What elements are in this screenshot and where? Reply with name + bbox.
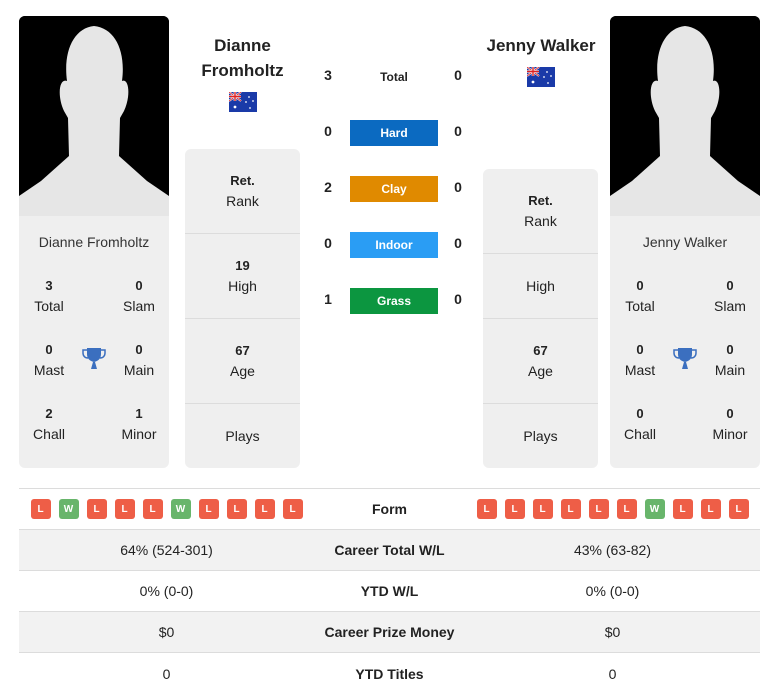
player2-info-panel: Ret. Rank High 67 Age Plays [483, 169, 598, 468]
trophy-icon [673, 348, 697, 369]
player2-photo [610, 16, 760, 216]
player2-ytd-wl: 0% (0-0) [585, 583, 640, 599]
form-loss-badge[interactable]: L [728, 499, 749, 519]
player2-card-name: Jenny Walker [642, 234, 728, 250]
player1-slam-titles: 0 Slam [123, 278, 155, 314]
form-win-badge[interactable]: W [58, 499, 79, 519]
player2-main-titles: 0 Main [714, 342, 746, 378]
player2-minor-titles: 0 Minor [712, 406, 748, 442]
prize-money-label: Career Prize Money [324, 624, 455, 640]
player2-titles-card: Jenny Walker 0 Total 0 Slam 0 Mast 0 Mai… [610, 216, 760, 468]
player1-age: 67 Age [185, 319, 300, 404]
h2h-grass-p2: 0 [454, 291, 462, 307]
h2h-clay-p2: 0 [454, 179, 462, 195]
form-loss-badge[interactable]: L [532, 499, 553, 519]
ytd-wl-row: 0% (0-0) YTD W/L 0% (0-0) [19, 571, 760, 612]
form-loss-badge[interactable]: L [282, 499, 303, 519]
player2-chall-titles: 0 Chall [624, 406, 656, 442]
comparison-table: LWLLLWLLLL Form LLLLLLWLLL 64% (524-301)… [19, 488, 760, 694]
h2h-total-p1: 3 [324, 67, 332, 83]
surface-grass-button[interactable]: Grass [350, 288, 438, 314]
h2h-grass-p1: 1 [324, 291, 332, 307]
player2-ytd-titles: 0 [608, 665, 617, 682]
player1-minor-titles: 1 Minor [121, 406, 157, 442]
player1-card-name: Dianne Fromholtz [38, 234, 150, 250]
player1-mast-titles: 0 Mast [33, 342, 65, 378]
career-wl-row: 64% (524-301) Career Total W/L 43% (63-8… [19, 530, 760, 571]
player2-age: 67 Age [483, 319, 598, 404]
player1-prize-money: $0 [158, 624, 175, 640]
australia-flag-icon [229, 92, 257, 112]
form-loss-badge[interactable]: L [616, 499, 637, 519]
surface-hard-button[interactable]: Hard [350, 120, 438, 146]
player1-career-wl: 64% (524-301) [120, 542, 213, 558]
form-loss-badge[interactable]: L [560, 499, 581, 519]
player2-name-heading[interactable]: Jenny Walker [470, 33, 612, 58]
form-loss-badge[interactable]: L [114, 499, 135, 519]
prize-money-row: $0 Career Prize Money $0 [19, 612, 760, 653]
player1-info-panel: Ret. Rank 19 High 67 Age Plays [185, 149, 300, 468]
form-loss-badge[interactable]: L [588, 499, 609, 519]
player2-high: High [483, 254, 598, 319]
h2h-hard-p2: 0 [454, 123, 462, 139]
player2-plays: Plays [523, 428, 558, 444]
form-loss-badge[interactable]: L [672, 499, 693, 519]
form-row: LWLLLWLLLL Form LLLLLLWLLL [19, 489, 760, 530]
form-loss-badge[interactable]: L [142, 499, 163, 519]
player2-prize-money: $0 [604, 624, 621, 640]
player1-high: 19 High [185, 234, 300, 319]
form-loss-badge[interactable]: L [86, 499, 107, 519]
ytd-titles-label: YTD Titles [355, 665, 424, 682]
player1-ytd-wl: 0% (0-0) [139, 583, 194, 599]
player1-plays: Plays [225, 428, 260, 444]
h2h-clay-p1: 2 [324, 179, 332, 195]
player2-career-wl: 43% (63-82) [573, 542, 652, 558]
form-loss-badge[interactable]: L [476, 499, 497, 519]
player2-form: LLLLLLWLLL [465, 499, 760, 519]
player1-chall-titles: 2 Chall [33, 406, 65, 442]
player1-titles-card: Dianne Fromholtz 3 Total 0 Slam 0 Mast 0… [19, 216, 169, 468]
player2-mast-titles: 0 Mast [624, 342, 656, 378]
player2-slam-titles: 0 Slam [714, 278, 746, 314]
player1-photo [19, 16, 169, 216]
player1-main-titles: 0 Main [123, 342, 155, 378]
h2h-hard-p1: 0 [324, 123, 332, 139]
ytd-titles-row: 0 YTD Titles 0 [19, 653, 760, 694]
h2h-total-label: Total [380, 70, 408, 84]
player2-rank: Ret. Rank [483, 169, 598, 254]
h2h-total-p2: 0 [454, 67, 462, 83]
surface-clay-button[interactable]: Clay [350, 176, 438, 202]
australia-flag-icon [527, 67, 555, 87]
form-loss-badge[interactable]: L [254, 499, 275, 519]
form-win-badge[interactable]: W [644, 499, 665, 519]
form-loss-badge[interactable]: L [700, 499, 721, 519]
player2-total-titles: 0 Total [625, 278, 655, 314]
player1-name-heading[interactable]: Dianne Fromholtz [185, 33, 300, 83]
silhouette-icon [610, 16, 760, 216]
player1-ytd-titles: 0 [162, 665, 171, 682]
form-loss-badge[interactable]: L [226, 499, 247, 519]
career-wl-label: Career Total W/L [334, 542, 445, 558]
player1-total-titles: 3 Total [34, 278, 64, 314]
form-loss-badge[interactable]: L [30, 499, 51, 519]
form-label: Form [372, 501, 407, 517]
h2h-indoor-p2: 0 [454, 235, 462, 251]
player1-rank: Ret. Rank [185, 149, 300, 234]
player1-form: LWLLLWLLLL [19, 499, 314, 519]
form-win-badge[interactable]: W [170, 499, 191, 519]
surface-indoor-button[interactable]: Indoor [350, 232, 438, 258]
trophy-icon [82, 348, 106, 369]
form-loss-badge[interactable]: L [198, 499, 219, 519]
h2h-indoor-p1: 0 [324, 235, 332, 251]
ytd-wl-label: YTD W/L [360, 583, 419, 599]
silhouette-icon [19, 16, 169, 216]
form-loss-badge[interactable]: L [504, 499, 525, 519]
